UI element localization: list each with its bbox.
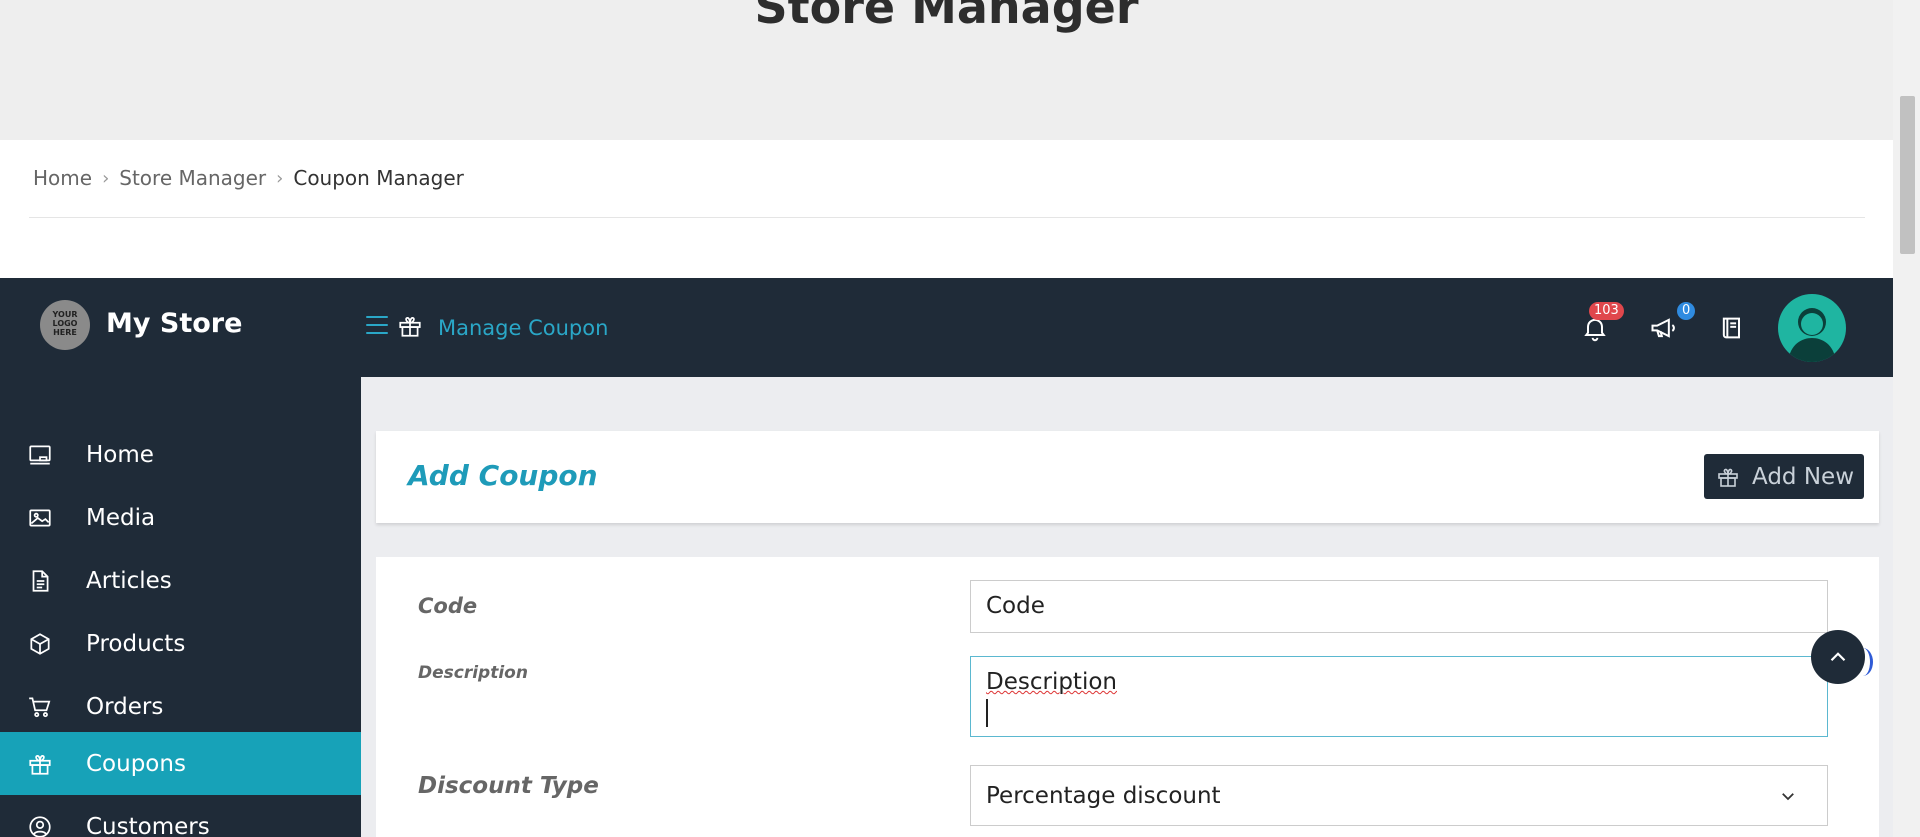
discount-type-select[interactable]: Percentage discount	[970, 765, 1828, 826]
sidebar-item-label: Orders	[86, 693, 164, 720]
sidebar-item-coupons[interactable]: Coupons	[0, 732, 361, 795]
scrollbar-thumb[interactable]	[1900, 96, 1915, 254]
page-title: Store Manager	[754, 0, 1139, 34]
user-avatar-icon	[1788, 308, 1836, 362]
gift-icon	[29, 754, 51, 775]
book-icon[interactable]	[1718, 314, 1746, 342]
description-textarea[interactable]: Description	[970, 656, 1828, 737]
sidebar-item-label: Media	[86, 504, 156, 531]
sidebar-item-label: Articles	[86, 567, 172, 594]
document-icon	[32, 569, 49, 592]
add-new-label: Add New	[1752, 463, 1855, 490]
store-logo[interactable]: YOUR LOGO HERE	[40, 300, 90, 350]
code-input[interactable]: Code	[970, 580, 1828, 633]
monitor-icon	[29, 444, 51, 465]
sidebar-item-label: Coupons	[86, 750, 186, 777]
hamburger-menu-icon[interactable]	[366, 316, 388, 336]
sidebar-item-label: Customers	[86, 813, 210, 837]
cart-icon	[29, 696, 51, 717]
sidebar-item-articles[interactable]: Articles	[0, 549, 361, 612]
breadcrumb-separator-icon: ›	[102, 167, 110, 189]
add-new-button[interactable]: Add New	[1704, 454, 1864, 499]
code-label: Code	[418, 594, 478, 618]
description-label: Description	[418, 663, 528, 683]
chevron-up-icon	[1830, 652, 1846, 662]
page-scrollbar[interactable]	[1893, 0, 1920, 837]
breadcrumb-store-manager[interactable]: Store Manager	[119, 166, 266, 190]
breadcrumb-separator-icon: ›	[276, 167, 284, 189]
gift-icon	[1718, 468, 1738, 487]
sidebar-item-home[interactable]: Home	[0, 423, 361, 486]
form-heading: Add Coupon	[408, 459, 598, 492]
notifications-badge: 103	[1589, 302, 1624, 320]
page-header-card: Add Coupon Add New	[376, 431, 1879, 523]
discount-type-label: Discount Type	[418, 773, 599, 799]
store-name[interactable]: My Store	[106, 308, 242, 339]
sidebar: Home Media Articles Products Orders Coup…	[0, 377, 361, 837]
coupon-form: Code Code Description Description Discou…	[376, 557, 1879, 837]
sidebar-item-orders[interactable]: Orders	[0, 675, 361, 738]
box-icon	[30, 632, 50, 655]
description-value: Description	[986, 669, 1117, 695]
main-content: Add Coupon Add New Code Code Description…	[361, 377, 1893, 837]
page-hero: Store Manager	[0, 0, 1893, 140]
sidebar-item-media[interactable]: Media	[0, 486, 361, 549]
user-avatar[interactable]	[1778, 294, 1846, 362]
chevron-down-icon	[1782, 792, 1794, 800]
announcements-badge: 0	[1677, 302, 1696, 320]
breadcrumb-current: Coupon Manager	[293, 166, 464, 190]
section-title: Manage Coupon	[438, 316, 609, 340]
breadcrumb: Home › Store Manager › Coupon Manager	[33, 166, 464, 190]
gift-icon	[399, 317, 421, 337]
megaphone-icon[interactable]	[1649, 314, 1677, 342]
discount-type-value: Percentage discount	[986, 782, 1221, 809]
divider	[29, 217, 1865, 218]
sidebar-item-label: Home	[86, 441, 154, 468]
sidebar-item-products[interactable]: Products	[0, 612, 361, 675]
image-icon	[29, 509, 51, 526]
back-to-top-button[interactable]	[1811, 630, 1865, 684]
breadcrumb-home[interactable]: Home	[33, 166, 92, 190]
sidebar-item-label: Products	[86, 630, 186, 657]
user-circle-icon	[29, 815, 51, 837]
text-cursor	[986, 699, 988, 727]
sidebar-item-customers[interactable]: Customers	[0, 795, 361, 837]
app-topbar: YOUR LOGO HERE My Store Manage Coupon 103 …	[0, 278, 1893, 377]
